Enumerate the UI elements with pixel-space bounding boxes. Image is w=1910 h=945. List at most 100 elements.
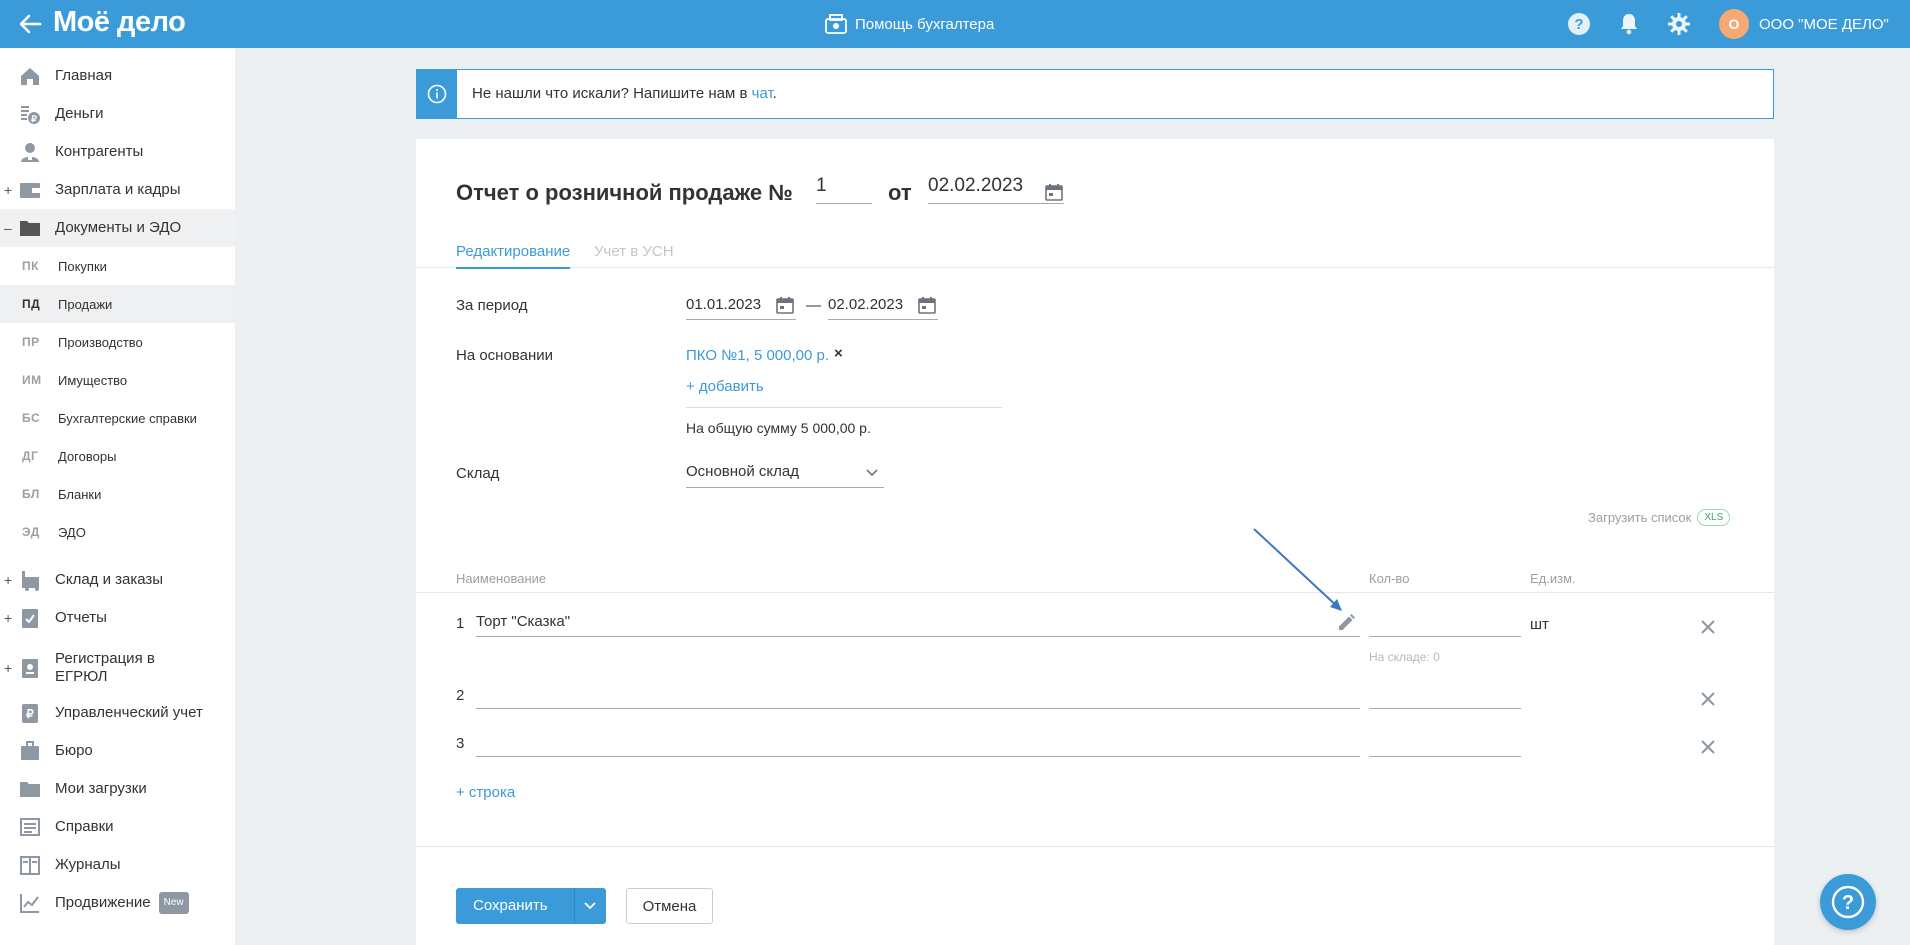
expand-toggle[interactable]: + (4, 610, 14, 626)
banner-text: Не нашли что искали? Напишите нам в чат. (472, 85, 777, 102)
cancel-button[interactable]: Отмена (626, 888, 713, 924)
expand-toggle[interactable]: + (4, 660, 14, 676)
add-basis-link[interactable]: + добавить (686, 378, 764, 395)
sidebar-sub-forms[interactable]: БЛ Бланки (0, 475, 235, 513)
org-name: ООО "МОЕ ДЕЛО" (1759, 15, 1889, 33)
calendar-icon[interactable] (1045, 183, 1063, 201)
sidebar-sub-accounting-notes[interactable]: БС Бухгалтерские справки (0, 399, 235, 437)
svg-text:₽: ₽ (26, 707, 34, 721)
sidebar-item-contractors[interactable]: Контрагенты (0, 133, 235, 171)
close-icon[interactable] (1700, 619, 1716, 635)
chart-icon (20, 894, 39, 913)
warehouse-select[interactable]: Основной склад (686, 458, 884, 488)
sidebar-item-reports[interactable]: + Отчеты (0, 599, 235, 637)
save-button[interactable]: Сохранить (456, 888, 606, 924)
annotation-arrow-icon (1253, 528, 1342, 611)
list-icon (20, 818, 40, 836)
expand-toggle[interactable]: + (4, 182, 14, 198)
sidebar-item-bureau[interactable]: Бюро (0, 732, 235, 770)
tab-editing[interactable]: Редактирование (456, 243, 571, 269)
question-icon: ? (1831, 885, 1865, 919)
briefcase-icon (21, 741, 39, 760)
sidebar-item-references[interactable]: Справки (0, 808, 235, 846)
col-qty-header: Кол-во (1369, 571, 1410, 586)
org-avatar: О (1719, 9, 1749, 39)
quantity-input[interactable] (1369, 727, 1521, 757)
page-title: Отчет о розничной продаже № (456, 180, 793, 205)
upload-list-button[interactable]: Загрузить список XLS (1588, 509, 1731, 526)
money-icon: ₽ (21, 106, 40, 124)
svg-text:₽: ₽ (31, 114, 37, 124)
close-icon[interactable] (1700, 739, 1716, 755)
document-date-input[interactable]: 02.02.2023 (928, 170, 1064, 204)
xls-badge: XLS (1697, 509, 1731, 526)
basis-document-link[interactable]: ПКО №1, 5 000,00 р. (686, 347, 829, 364)
ruble-icon: ₽ (22, 704, 38, 723)
product-name-input[interactable] (476, 679, 1360, 709)
sidebar-item-home[interactable]: Главная (0, 57, 235, 95)
folder-icon (20, 221, 40, 236)
sidebar-sub-sales[interactable]: ПД Продажи (0, 285, 235, 323)
col-unit-header: Ед.изм. (1530, 571, 1576, 586)
col-name-header: Наименование (456, 571, 547, 586)
chevron-down-icon (584, 902, 596, 910)
sidebar-item-money[interactable]: ₽ Деньги (0, 95, 235, 133)
new-badge: New (158, 892, 189, 914)
calendar-icon[interactable] (918, 296, 936, 314)
sidebar-sub-property[interactable]: ИМ Имущество (0, 361, 235, 399)
remove-basis-button[interactable]: × (834, 345, 843, 362)
product-name-input[interactable] (476, 727, 1360, 757)
gear-icon[interactable] (1667, 12, 1691, 36)
total-sum: На общую сумму 5 000,00 р. (686, 420, 871, 436)
period-label: За период (456, 297, 528, 314)
report-icon (22, 609, 38, 628)
help-question-icon[interactable]: ? (1567, 12, 1591, 36)
registration-icon (22, 659, 38, 678)
sidebar-item-promotion[interactable]: Продвижение New (0, 884, 235, 922)
add-row-link[interactable]: + строка (456, 784, 515, 801)
row-number: 2 (456, 687, 465, 704)
sidebar-item-downloads[interactable]: Мои загрузки (0, 770, 235, 808)
org-menu[interactable]: О ООО "МОЕ ДЕЛО" (1719, 9, 1889, 39)
row-number: 3 (456, 735, 465, 752)
help-chat-button[interactable]: ? (1820, 874, 1876, 930)
sidebar-item-journals[interactable]: Журналы (0, 846, 235, 884)
sidebar-sub-production[interactable]: ПР Производство (0, 323, 235, 361)
sidebar-sub-purchases[interactable]: ПК Покупки (0, 247, 235, 285)
sidebar-item-documents[interactable]: – Документы и ЭДО (0, 209, 235, 247)
warehouse-icon (22, 571, 39, 591)
chat-link[interactable]: чат (752, 85, 773, 102)
home-icon (21, 68, 39, 85)
save-options-dropdown[interactable] (574, 888, 606, 924)
sidebar-item-warehouse[interactable]: + Склад и заказы (0, 561, 235, 599)
quantity-input[interactable] (1369, 607, 1521, 637)
bell-icon[interactable] (1617, 12, 1641, 36)
sidebar-item-salary[interactable]: + Зарплата и кадры (0, 171, 235, 209)
product-name-input[interactable]: Торт "Сказка" (476, 607, 1360, 637)
wallet-icon (20, 183, 40, 198)
calendar-icon[interactable] (776, 296, 794, 314)
quantity-input[interactable] (1369, 679, 1521, 709)
sidebar-item-registration[interactable]: + Регистрация в ЕГРЮЛ (0, 645, 235, 691)
sidebar-sub-edo[interactable]: ЭД ЭДО (0, 513, 235, 551)
accountant-help-link[interactable]: Помощь бухгалтера (825, 12, 994, 36)
footer-divider (416, 846, 1774, 847)
period-dash: — (806, 297, 821, 314)
row-number: 1 (456, 615, 465, 632)
expand-toggle[interactable]: + (4, 572, 14, 588)
info-icon (417, 70, 457, 118)
document-card: Отчет о розничной продаже № 1 от 02.02.2… (416, 139, 1774, 945)
back-arrow-icon[interactable] (16, 10, 44, 38)
collapse-toggle[interactable]: – (4, 220, 14, 236)
close-icon[interactable] (1700, 691, 1716, 707)
tab-usn[interactable]: Учет в УСН (594, 243, 674, 267)
basis-label: На основании (456, 347, 553, 364)
sidebar-item-management[interactable]: ₽ Управленческий учет (0, 694, 235, 732)
journal-icon (20, 856, 40, 875)
document-number-input[interactable]: 1 (816, 170, 872, 204)
stock-hint: На складе: 0 (1369, 650, 1440, 664)
sidebar-sub-contracts[interactable]: ДГ Договоры (0, 437, 235, 475)
unit-value: шт (1530, 616, 1549, 633)
logo[interactable]: Моё дело (53, 6, 186, 39)
warehouse-label: Склад (456, 465, 500, 482)
